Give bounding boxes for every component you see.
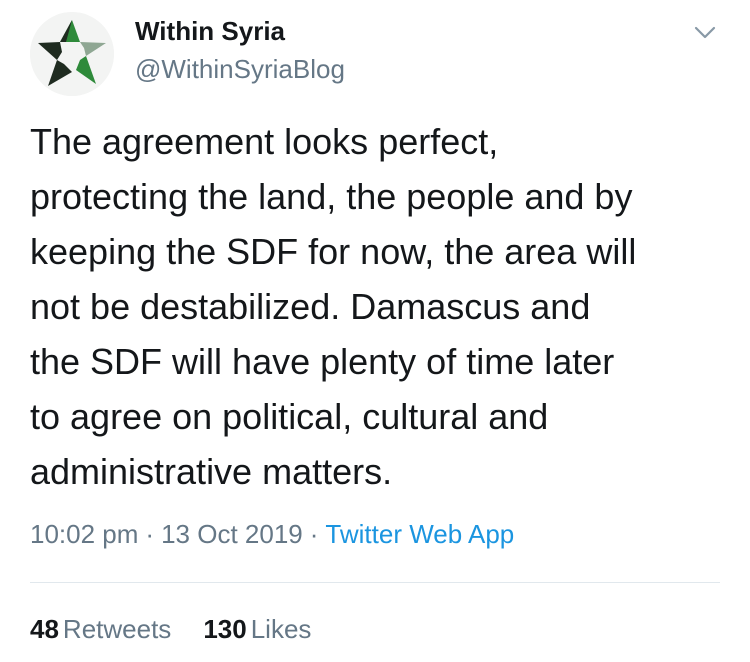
tweet-menu-button[interactable]: [686, 14, 724, 52]
divider: [30, 582, 720, 583]
tweet-date[interactable]: 13 Oct 2019: [161, 519, 303, 549]
tweet-card: Within Syria @WithinSyriaBlog The agreem…: [0, 0, 750, 662]
meta-separator: ·: [309, 519, 319, 549]
tweet-source-link[interactable]: Twitter Web App: [325, 519, 514, 549]
star-logo-icon: [30, 12, 114, 96]
retweets-stat[interactable]: 48 Retweets: [30, 612, 171, 646]
meta-separator: ·: [145, 519, 155, 549]
likes-label: Likes: [250, 614, 312, 644]
tweet-stats: 48 Retweets 130 Likes: [30, 612, 343, 646]
author-display-name[interactable]: Within Syria: [135, 14, 285, 48]
author-handle[interactable]: @WithinSyriaBlog: [135, 52, 345, 86]
chevron-down-icon: [694, 26, 716, 39]
tweet-time[interactable]: 10:02 pm: [30, 519, 138, 549]
tweet-text: The agreement looks perfect, protecting …: [30, 121, 637, 492]
retweets-count: 48: [30, 614, 59, 644]
likes-count: 130: [203, 614, 247, 644]
avatar[interactable]: [30, 12, 114, 96]
retweets-label: Retweets: [62, 614, 172, 644]
likes-stat[interactable]: 130 Likes: [203, 612, 311, 646]
tweet-meta: 10:02 pm · 13 Oct 2019 · Twitter Web App: [30, 516, 514, 552]
